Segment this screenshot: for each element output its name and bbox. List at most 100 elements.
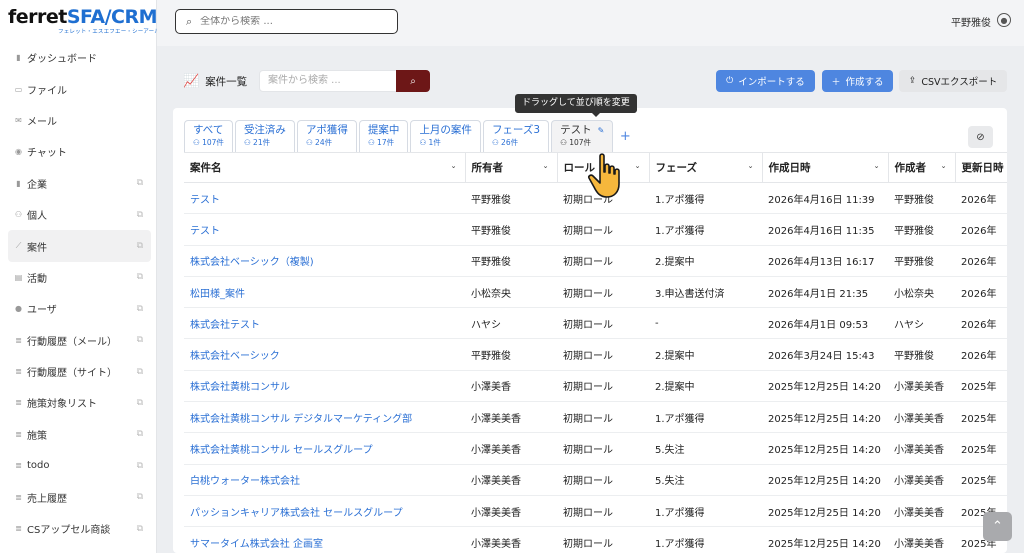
pencil-icon[interactable]: ✎ [598, 126, 605, 135]
table-row[interactable]: 株式会社黄桃コンサル セールスグループ 小澤美美香 初期ロール 5.失注 2025年12… [184, 432, 1007, 465]
tab-label-text: 上月の案件 [419, 124, 472, 136]
column-header[interactable]: 作成者 ⌄ [888, 152, 956, 183]
deal-name-link[interactable]: パッションキャリア株式会社 セールスグループ [184, 495, 465, 528]
table-row[interactable]: 株式会社ベーシック（複製) 平野雅俊 初期ロール 2.提案中 2026年4月13日 16… [184, 245, 1007, 277]
external-link-icon[interactable]: ⧉ [137, 210, 143, 220]
deal-name-link[interactable]: テスト [184, 213, 465, 246]
sidebar-item[interactable]: ▤ 活動 ⧉ [8, 262, 151, 293]
chevron-down-icon[interactable]: ⌄ [543, 162, 549, 170]
external-link-icon[interactable]: ⧉ [137, 178, 143, 188]
table-row[interactable]: 株式会社黄桃コンサル 小澤美香 初期ロール 2.提案中 2025年12月25日 14:2… [184, 370, 1007, 403]
chevron-down-icon[interactable]: ⌄ [635, 162, 641, 170]
sidebar-item[interactable]: ≣ 施策 ⧉ [8, 419, 151, 450]
add-tab-button[interactable]: + [615, 120, 635, 152]
external-link-icon[interactable]: ⧉ [137, 398, 143, 408]
deal-search-input[interactable]: 案件から検索 ... [259, 70, 397, 92]
tab-count: ⚇ 21件 [244, 137, 286, 148]
deal-name-link[interactable]: 松田様_案件 [184, 276, 465, 309]
global-search-input[interactable] [200, 16, 381, 27]
table-row[interactable]: 株式会社ベーシック 平野雅俊 初期ロール 2.提案中 2026年3月24日 15:43 平… [184, 338, 1007, 371]
database-icon: ≣ [15, 492, 22, 502]
table-row[interactable]: パッションキャリア株式会社 セールスグループ 小澤美美香 初期ロール 1.アポ獲得 20… [184, 495, 1007, 528]
table-row[interactable]: サマータイム株式会社 企画室 小澤美美香 初期ロール 1.アポ獲得 2025年12月25… [184, 526, 1007, 553]
column-header[interactable]: 案件名 ⌄ [184, 152, 466, 183]
sidebar-item[interactable]: ▭ ファイル [8, 73, 151, 104]
sidebar-item-label: 案件 [27, 242, 47, 254]
table-cell: 5.失注 [649, 432, 762, 465]
view-tab[interactable]: テスト ✎ ⚇ 107件 [551, 120, 614, 152]
column-header[interactable]: 作成日時 ⌄ [762, 152, 889, 183]
csv-export-button[interactable]: ⇪ CSVエクスポート [899, 70, 1007, 92]
deal-name-link[interactable]: 株式会社テスト [184, 307, 465, 340]
sidebar-item[interactable]: ⟋ 案件 ⧉ [8, 230, 151, 262]
sidebar-item[interactable]: ≣ 行動履歴（メール） ⧉ [8, 325, 151, 356]
chevron-down-icon[interactable]: ⌄ [941, 162, 947, 170]
sidebar-item-label: 行動履歴（メール） [27, 336, 117, 348]
sidebar-item[interactable]: ≣ 行動履歴（サイト） ⧉ [8, 356, 151, 387]
sidebar-item[interactable]: ▮ ダッシュボード [8, 42, 151, 73]
view-tab[interactable]: すべて ⚇ 107件 [184, 120, 233, 152]
chevron-down-icon[interactable]: ⌄ [451, 162, 457, 170]
column-header[interactable]: フェーズ ⌄ [649, 152, 763, 183]
external-link-icon[interactable]: ⧉ [137, 492, 143, 502]
deal-name-link[interactable]: 白桃ウォーター株式会社 [184, 464, 465, 496]
deal-name-link[interactable]: サマータイム株式会社 企画室 [184, 526, 465, 553]
table-row[interactable]: 白桃ウォーター株式会社 小澤美美香 初期ロール 5.失注 2025年12月25日 14:… [184, 464, 1007, 496]
global-search[interactable]: ⌕ [175, 9, 398, 34]
logo[interactable]: ferretSFA/CRM フェレット・エスエフエー・シーアールエム [8, 6, 171, 40]
view-tab[interactable]: 受注済み ⚇ 21件 [234, 120, 295, 152]
sidebar-item[interactable]: ◉ チャット [8, 136, 151, 167]
deal-name-link[interactable]: 株式会社黄桃コンサル デジタルマーケティング部 [184, 401, 465, 434]
export-label: CSVエクスポート [921, 77, 998, 88]
deal-name-link[interactable]: 株式会社ベーシック（複製) [184, 245, 465, 277]
column-header[interactable]: 所有者 ⌄ [465, 152, 558, 183]
deal-name-link[interactable]: 株式会社黄桃コンサル セールスグループ [184, 432, 465, 465]
scroll-to-top-button[interactable]: ⌃ [983, 512, 1012, 541]
sidebar-item[interactable]: ▮ 企業 ⧉ [8, 168, 151, 199]
table-cell: 小澤美美香 [465, 401, 557, 434]
import-button[interactable]: ⏻ インポートする [716, 70, 815, 92]
import-label: インポートする [738, 77, 805, 88]
eye-slash-icon: ⊘ [976, 131, 985, 143]
external-link-icon[interactable]: ⧉ [137, 367, 143, 377]
view-tab[interactable]: 提案中 ⚇ 17件 [358, 120, 409, 152]
table-cell: ハヤシ [888, 307, 955, 340]
view-tab[interactable]: 上月の案件 ⚇ 1件 [410, 120, 481, 152]
chevron-down-icon[interactable]: ⌄ [748, 162, 754, 170]
sidebar-item[interactable]: ≣ todo ⧉ [8, 450, 151, 481]
table-row[interactable]: 株式会社黄桃コンサル デジタルマーケティング部 小澤美美香 初期ロール 1.アポ獲得 2… [184, 401, 1007, 434]
sidebar-item[interactable]: ≣ 売上履歴 ⧉ [8, 481, 151, 512]
deal-name-link[interactable]: 株式会社黄桃コンサル [184, 370, 465, 403]
external-link-icon[interactable]: ⧉ [137, 241, 143, 251]
table-row[interactable]: 松田様_案件 小松奈央 初期ロール 3.申込書送付済 2026年4月1日 21:35 小松… [184, 276, 1007, 309]
sidebar-item[interactable]: ● ユーザ ⧉ [8, 293, 151, 324]
deal-name-link[interactable]: テスト [184, 182, 465, 215]
chevron-down-icon[interactable]: ⌄ [874, 162, 880, 170]
user-name[interactable]: 平野雅俊 [951, 14, 991, 29]
deal-search-button[interactable]: ⌕ [396, 70, 430, 92]
hide-columns-button[interactable]: ⊘ [968, 126, 993, 148]
sidebar-item[interactable]: ≣ CSアップセル商談 ⧉ [8, 513, 151, 544]
table-cell: 小松奈央 [465, 276, 557, 309]
external-link-icon[interactable]: ⧉ [137, 429, 143, 439]
column-header[interactable]: 更新日時 [955, 152, 1007, 183]
external-link-icon[interactable]: ⧉ [137, 272, 143, 282]
external-link-icon[interactable]: ⧉ [137, 304, 143, 314]
user-avatar-icon[interactable]: ● [997, 13, 1011, 27]
table-row[interactable]: 株式会社テスト ハヤシ 初期ロール -2026年4月1日 09:53 ハヤシ 2026年 [184, 307, 1007, 340]
table-cell: 小澤美美香 [465, 464, 557, 496]
create-button[interactable]: ＋ 作成する [822, 70, 893, 92]
sidebar-item[interactable]: ≣ 施策対象リスト ⧉ [8, 387, 151, 418]
deals-table-wrapper[interactable]: 案件名 ⌄ 所有者 ⌄ ロール ⌄ フェーズ ⌄ 作成日時 ⌄ 作成者 ⌄ 更新日時 テスト 平野雅俊 初期… [184, 152, 1007, 553]
table-cell: 初期ロール [557, 213, 649, 246]
external-link-icon[interactable]: ⧉ [137, 335, 143, 345]
external-link-icon[interactable]: ⧉ [137, 461, 143, 471]
logo-subtitle: フェレット・エスエフエー・シーアールエム [58, 29, 172, 35]
table-row[interactable]: テスト 平野雅俊 初期ロール 1.アポ獲得 2026年4月16日 11:35 平野雅俊 20… [184, 213, 1007, 246]
sidebar-item[interactable]: ✉ メール [8, 105, 151, 136]
sidebar-item[interactable]: ⚇ 個人 ⧉ [8, 199, 151, 230]
view-tab[interactable]: アポ獲得 ⚇ 24件 [296, 120, 357, 152]
deal-name-link[interactable]: 株式会社ベーシック [184, 338, 465, 371]
external-link-icon[interactable]: ⧉ [137, 524, 143, 534]
view-tab[interactable]: フェーズ3 ⚇ 26件 [482, 120, 550, 152]
